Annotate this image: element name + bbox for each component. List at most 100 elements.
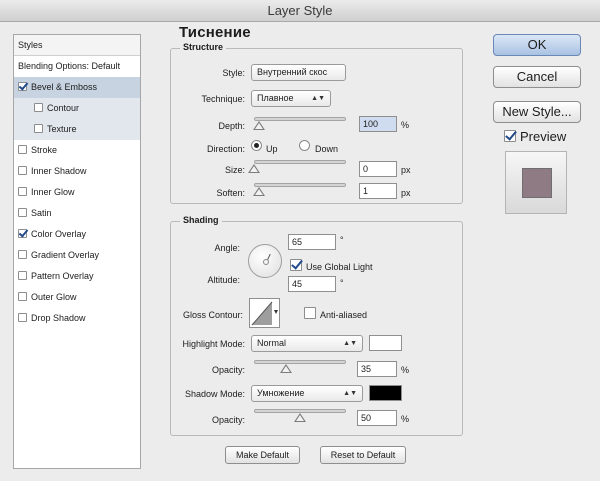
- styles-item-label: Contour: [47, 103, 80, 113]
- highlight-opacity-value: 35: [361, 364, 372, 374]
- preview-thumbnail: [505, 151, 567, 214]
- shading-title: Shading: [180, 215, 222, 225]
- style-enable-checkbox[interactable]: [18, 187, 27, 196]
- preview-swatch: [522, 168, 552, 198]
- altitude-degree: °: [340, 278, 344, 288]
- style-enable-checkbox[interactable]: [18, 166, 27, 175]
- reset-to-default-button[interactable]: Reset to Default: [320, 446, 406, 464]
- use-global-light-check[interactable]: [290, 259, 302, 271]
- styles-item-satin[interactable]: Satin: [14, 203, 140, 224]
- style-label: Style:: [222, 68, 245, 78]
- angle-input[interactable]: 65: [288, 234, 336, 250]
- size-label: Size:: [224, 165, 245, 175]
- shading-group: [170, 221, 463, 436]
- styles-item-label: Blending Options: Default: [18, 61, 121, 71]
- shadow-opacity-value: 50: [361, 413, 372, 423]
- highlight-opacity-slider[interactable]: [254, 360, 346, 364]
- depth-label: Depth:: [218, 121, 245, 131]
- size-slider[interactable]: [254, 160, 346, 164]
- soften-value: 1: [363, 186, 369, 196]
- make-default-button[interactable]: Make Default: [225, 446, 300, 464]
- shadow-opacity-input[interactable]: 50: [357, 410, 397, 426]
- gloss-contour-picker[interactable]: [249, 298, 280, 328]
- use-global-light-checkbox[interactable]: Use Global Light: [290, 259, 373, 272]
- direction-label: Direction:: [206, 144, 245, 154]
- style-select[interactable]: Внутренний скос: [251, 64, 346, 81]
- cancel-button[interactable]: Cancel: [493, 66, 581, 88]
- soften-unit: px: [401, 188, 411, 198]
- angle-degree: °: [340, 235, 344, 245]
- size-value: 0: [363, 164, 369, 174]
- shadow-mode-select[interactable]: Умножение ▲▼: [251, 385, 363, 402]
- size-input[interactable]: 0: [359, 161, 397, 177]
- use-global-light-label: Use Global Light: [306, 262, 373, 272]
- soften-slider[interactable]: [254, 183, 346, 187]
- highlight-color-swatch[interactable]: [369, 335, 402, 351]
- soften-input[interactable]: 1: [359, 183, 397, 199]
- styles-list-header[interactable]: Styles: [14, 35, 140, 56]
- direction-up-radio[interactable]: [251, 140, 262, 151]
- style-enable-checkbox[interactable]: [18, 82, 27, 91]
- style-enable-checkbox[interactable]: [18, 271, 27, 280]
- new-style-button[interactable]: New Style...: [493, 101, 581, 123]
- style-enable-checkbox[interactable]: [18, 292, 27, 301]
- direction-up-label: Up: [266, 144, 278, 154]
- technique-label: Technique:: [201, 94, 245, 104]
- style-enable-checkbox[interactable]: [18, 208, 27, 217]
- anti-aliased-check[interactable]: [304, 307, 316, 319]
- size-slider-thumb[interactable]: [248, 164, 260, 173]
- shadow-opacity-unit: %: [401, 414, 410, 424]
- angle-label: Angle:: [214, 243, 240, 253]
- styles-list: Styles Blending Options: Default Bevel & …: [13, 34, 141, 469]
- shadow-opacity-thumb[interactable]: [294, 413, 306, 422]
- chevron-updown-icon: ▲▼: [311, 95, 325, 102]
- highlight-opacity-input[interactable]: 35: [357, 361, 397, 377]
- styles-item-pattern-overlay[interactable]: Pattern Overlay: [14, 266, 140, 287]
- technique-select[interactable]: Плавное ▲▼: [251, 90, 331, 107]
- shadow-opacity-label: Opacity:: [211, 415, 245, 425]
- anti-aliased-checkbox[interactable]: Anti-aliased: [304, 307, 367, 320]
- styles-header-label: Styles: [18, 40, 43, 50]
- preview-check[interactable]: [504, 130, 516, 142]
- styles-item-label: Stroke: [31, 145, 58, 155]
- styles-item-label: Gradient Overlay: [31, 250, 100, 260]
- styles-item-label: Drop Shadow: [31, 313, 86, 323]
- style-enable-checkbox[interactable]: [34, 103, 43, 112]
- depth-value: 100: [363, 119, 379, 129]
- styles-item-inner-glow[interactable]: Inner Glow: [14, 182, 140, 203]
- styles-item-color-overlay[interactable]: Color Overlay: [14, 224, 140, 245]
- styles-item-texture[interactable]: Texture: [14, 119, 140, 140]
- depth-unit: %: [401, 120, 410, 130]
- gloss-contour-label: Gloss Contour:: [182, 310, 243, 320]
- style-enable-checkbox[interactable]: [34, 124, 43, 133]
- contour-curve-icon: [251, 301, 278, 326]
- styles-item-outer-glow[interactable]: Outer Glow: [14, 287, 140, 308]
- direction-down-radio[interactable]: [299, 140, 310, 151]
- soften-label: Soften:: [216, 188, 245, 198]
- styles-item-drop-shadow[interactable]: Drop Shadow: [14, 308, 140, 329]
- ok-button[interactable]: OK: [493, 34, 581, 56]
- styles-item-contour[interactable]: Contour: [14, 98, 140, 119]
- altitude-input[interactable]: 45: [288, 276, 336, 292]
- styles-item-stroke[interactable]: Stroke: [14, 140, 140, 161]
- depth-input[interactable]: 100: [359, 116, 397, 132]
- styles-item-inner-shadow[interactable]: Inner Shadow: [14, 161, 140, 182]
- preview-checkbox[interactable]: Preview: [504, 129, 566, 144]
- styles-item-blending-options-default[interactable]: Blending Options: Default: [14, 56, 140, 77]
- angle-dial[interactable]: [248, 244, 282, 278]
- styles-item-label: Inner Glow: [31, 187, 75, 197]
- styles-item-gradient-overlay[interactable]: Gradient Overlay: [14, 245, 140, 266]
- depth-slider[interactable]: [254, 117, 346, 121]
- style-enable-checkbox[interactable]: [18, 250, 27, 259]
- preview-label: Preview: [520, 129, 567, 144]
- style-enable-checkbox[interactable]: [18, 145, 27, 154]
- shadow-color-swatch[interactable]: [369, 385, 402, 401]
- highlight-mode-select[interactable]: Normal ▲▼: [251, 335, 363, 352]
- highlight-opacity-thumb[interactable]: [280, 364, 292, 373]
- style-enable-checkbox[interactable]: [18, 313, 27, 322]
- soften-slider-thumb[interactable]: [253, 187, 265, 196]
- depth-slider-thumb[interactable]: [252, 121, 265, 130]
- style-enable-checkbox[interactable]: [18, 229, 27, 238]
- styles-item-bevel-emboss[interactable]: Bevel & Emboss: [14, 77, 140, 98]
- window-title: Layer Style: [267, 3, 333, 18]
